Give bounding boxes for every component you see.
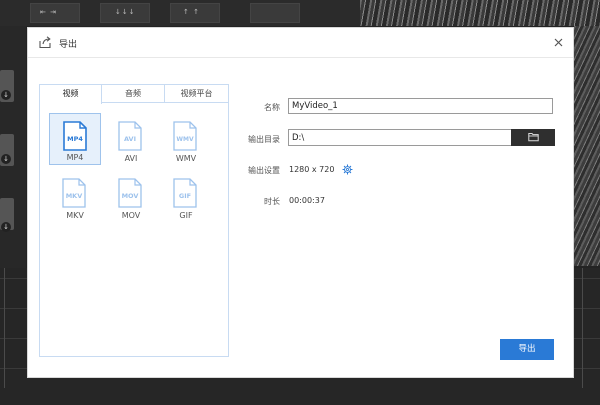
format-avi[interactable]: AVI AVI	[105, 114, 157, 166]
download-icon: ↓	[1, 90, 11, 100]
format-label: GIF	[179, 211, 193, 220]
wmv-badge-text: WMV	[176, 136, 194, 143]
export-dialog: 导出 视频 音频 视频平台 MP4 MP4 AVI AVI WMV WMV MK…	[27, 27, 574, 378]
format-wmv[interactable]: WMV WMV	[160, 114, 212, 166]
backdrop-arrows-icon: ⇤ ⇥	[40, 8, 57, 16]
format-label: AVI	[124, 154, 138, 163]
download-icon: ↓	[1, 154, 11, 164]
browse-folder-button[interactable]	[511, 129, 555, 146]
avi-badge-text: AVI	[124, 135, 136, 143]
format-label: WMV	[175, 154, 197, 163]
format-label: MOV	[121, 211, 141, 220]
format-label: MP4	[66, 153, 84, 162]
folder-icon	[528, 133, 539, 142]
tab-audio[interactable]: 音频	[102, 85, 165, 103]
dialog-header: 导出	[28, 28, 573, 58]
backdrop-arrows-icon: ↓↓↓	[115, 8, 136, 16]
timeline-marker	[582, 268, 583, 388]
name-label: 名称	[264, 103, 280, 112]
wmv-file-icon: WMV	[173, 121, 197, 151]
tab-video-platform[interactable]: 视频平台	[165, 85, 228, 103]
format-mkv[interactable]: MKV MKV	[49, 171, 101, 223]
resolution-value: 1280 x 720	[289, 165, 335, 174]
format-gif[interactable]: GIF GIF	[160, 171, 212, 223]
dialog-title: 导出	[59, 40, 78, 50]
mov-file-icon: MOV	[118, 178, 142, 208]
mkv-file-icon: MKV	[62, 178, 86, 208]
backdrop-preview-strip	[360, 0, 600, 26]
format-mov[interactable]: MOV MOV	[105, 171, 157, 223]
output-dir-input[interactable]	[288, 129, 511, 146]
format-panel: 视频 音频 视频平台 MP4 MP4 AVI AVI WMV WMV MKV M…	[39, 84, 229, 357]
mp4-badge-text: MP4	[67, 135, 83, 143]
format-label: MKV	[66, 211, 84, 220]
download-icon: ↓	[1, 222, 11, 232]
export-button[interactable]: 导出	[500, 339, 554, 360]
gif-badge-text: GIF	[179, 192, 191, 200]
backdrop-preview	[574, 26, 600, 266]
mov-badge-text: MOV	[122, 192, 139, 200]
backdrop-arrows-icon: ↑ ↑	[183, 8, 200, 16]
duration-value: 00:00:37	[289, 196, 325, 205]
mp4-file-icon: MP4	[63, 121, 87, 151]
export-icon	[39, 36, 51, 49]
format-tabs: 视频 音频 视频平台	[40, 85, 228, 104]
output-dir-label: 输出目录	[248, 135, 280, 144]
mkv-badge-text: MKV	[66, 192, 83, 200]
format-mp4[interactable]: MP4 MP4	[49, 113, 101, 165]
output-settings-label: 输出设置	[248, 166, 280, 175]
backdrop-thumbnail	[250, 3, 300, 23]
avi-file-icon: AVI	[118, 121, 142, 151]
gif-file-icon: GIF	[173, 178, 197, 208]
name-input[interactable]	[288, 98, 553, 114]
timeline-marker	[4, 268, 5, 388]
duration-label: 时长	[264, 197, 280, 206]
gear-icon[interactable]	[342, 164, 353, 175]
close-icon[interactable]	[552, 36, 565, 49]
tab-video[interactable]: 视频	[40, 85, 102, 104]
